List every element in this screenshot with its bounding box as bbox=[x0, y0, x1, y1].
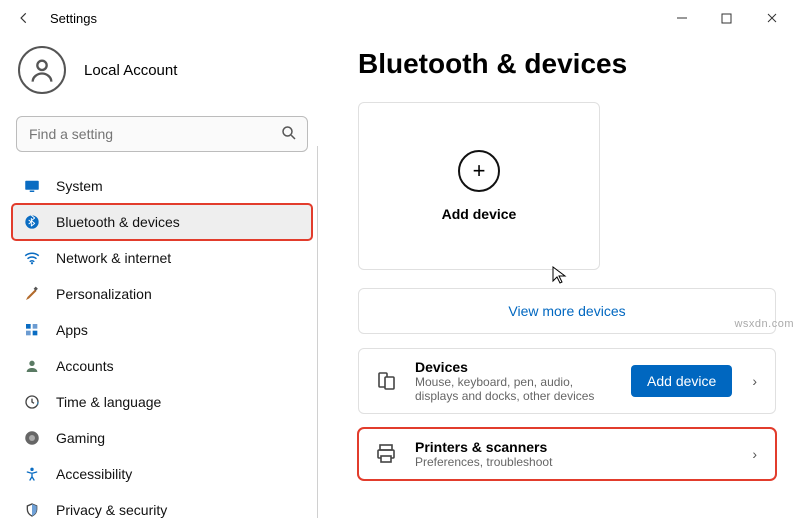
add-device-label: Add device bbox=[442, 206, 517, 222]
account-block[interactable]: Local Account bbox=[12, 40, 312, 112]
row-subtitle: Preferences, troubleshoot bbox=[415, 455, 732, 469]
nav-label: Time & language bbox=[56, 394, 161, 410]
sidebar-item-bluetooth[interactable]: Bluetooth & devices bbox=[12, 204, 312, 240]
clock-icon bbox=[22, 392, 42, 412]
watermark: wsxdn.com bbox=[734, 318, 794, 330]
sidebar-item-gaming[interactable]: Gaming bbox=[12, 420, 312, 456]
nav-label: Apps bbox=[56, 322, 88, 338]
sidebar-item-personalization[interactable]: Personalization bbox=[12, 276, 312, 312]
apps-icon bbox=[22, 320, 42, 340]
person-icon bbox=[22, 356, 42, 376]
row-devices[interactable]: Devices Mouse, keyboard, pen, audio, dis… bbox=[358, 348, 776, 414]
plus-circle-icon: + bbox=[458, 150, 500, 192]
display-icon bbox=[22, 176, 42, 196]
titlebar: Settings bbox=[0, 0, 800, 36]
back-button[interactable] bbox=[14, 8, 34, 28]
arrow-left-icon bbox=[17, 11, 31, 25]
sidebar-item-accessibility[interactable]: Accessibility bbox=[12, 456, 312, 492]
avatar-icon bbox=[18, 46, 66, 94]
accessibility-icon bbox=[22, 464, 42, 484]
nav-label: Accessibility bbox=[56, 466, 132, 482]
printer-icon bbox=[373, 441, 399, 467]
chevron-right-icon: › bbox=[748, 373, 761, 389]
gaming-icon bbox=[22, 428, 42, 448]
maximize-icon bbox=[721, 13, 732, 24]
shield-icon bbox=[22, 500, 42, 520]
sidebar-item-apps[interactable]: Apps bbox=[12, 312, 312, 348]
window-title: Settings bbox=[50, 11, 97, 26]
nav-label: System bbox=[56, 178, 103, 194]
nav-label: Network & internet bbox=[56, 250, 171, 266]
sidebar: Local Account System Bluetooth & devices… bbox=[0, 36, 318, 518]
minimize-button[interactable] bbox=[659, 3, 704, 33]
nav-list: System Bluetooth & devices Network & int… bbox=[12, 168, 312, 528]
nav-label: Gaming bbox=[56, 430, 105, 446]
view-more-label: View more devices bbox=[508, 303, 625, 319]
main-panel: Bluetooth & devices + Add device View mo… bbox=[318, 36, 800, 518]
page-title: Bluetooth & devices bbox=[358, 48, 776, 80]
account-name: Local Account bbox=[84, 62, 177, 79]
maximize-button[interactable] bbox=[704, 3, 749, 33]
sidebar-item-privacy[interactable]: Privacy & security bbox=[12, 492, 312, 528]
row-printers[interactable]: Printers & scanners Preferences, trouble… bbox=[358, 428, 776, 480]
devices-icon bbox=[373, 368, 399, 394]
search-box[interactable] bbox=[16, 116, 308, 152]
bluetooth-icon bbox=[22, 212, 42, 232]
nav-label: Bluetooth & devices bbox=[56, 214, 180, 230]
row-title: Devices bbox=[415, 359, 615, 375]
chevron-right-icon: › bbox=[748, 446, 761, 462]
add-device-card[interactable]: + Add device bbox=[358, 102, 600, 270]
nav-label: Privacy & security bbox=[56, 502, 167, 518]
search-input[interactable] bbox=[16, 116, 308, 152]
wifi-icon bbox=[22, 248, 42, 268]
minimize-icon bbox=[676, 12, 688, 24]
sidebar-item-time[interactable]: Time & language bbox=[12, 384, 312, 420]
brush-icon bbox=[22, 284, 42, 304]
sidebar-item-accounts[interactable]: Accounts bbox=[12, 348, 312, 384]
sidebar-item-system[interactable]: System bbox=[12, 168, 312, 204]
nav-label: Personalization bbox=[56, 286, 152, 302]
search-icon bbox=[280, 124, 298, 142]
view-more-devices-button[interactable]: View more devices bbox=[358, 288, 776, 334]
nav-label: Accounts bbox=[56, 358, 114, 374]
close-icon bbox=[766, 12, 778, 24]
row-title: Printers & scanners bbox=[415, 439, 732, 455]
add-device-button[interactable]: Add device bbox=[631, 365, 732, 397]
sidebar-item-network[interactable]: Network & internet bbox=[12, 240, 312, 276]
row-subtitle: Mouse, keyboard, pen, audio, displays an… bbox=[415, 375, 615, 403]
close-button[interactable] bbox=[749, 3, 794, 33]
